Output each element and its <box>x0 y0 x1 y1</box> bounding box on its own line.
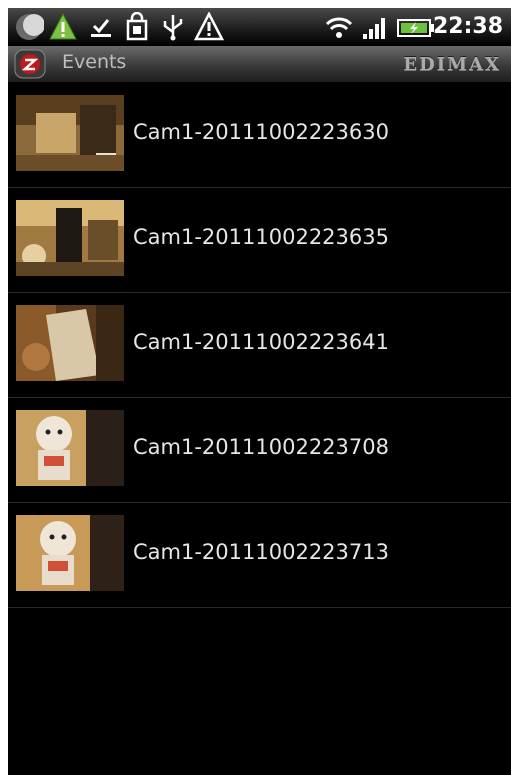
moon-icon <box>16 14 44 40</box>
event-list-item[interactable]: Cam1-20111002223713 <box>8 503 511 608</box>
warning-triangle-icon <box>49 12 77 40</box>
brand-logo: EDIMAX <box>403 54 501 75</box>
edimax-app-icon[interactable] <box>14 49 46 79</box>
wifi-icon <box>325 17 353 38</box>
event-list-item[interactable]: Cam1-20111002223635 <box>8 188 511 293</box>
camera-snapshot-1 <box>16 95 124 171</box>
event-list: Cam1-20111002223630 Cam1-20111002223635 <box>8 83 511 608</box>
event-list-item[interactable]: Cam1-20111002223630 <box>8 83 511 188</box>
phone-screen: 22:38 Events EDIMAX Cam1-20111002223630 … <box>8 8 511 775</box>
event-list-item[interactable]: Cam1-20111002223641 <box>8 293 511 398</box>
event-label: Cam1-20111002223635 <box>133 225 389 249</box>
event-label: Cam1-20111002223630 <box>133 120 389 144</box>
page-title: Events <box>62 51 127 73</box>
camera-snapshot-3 <box>16 305 124 381</box>
camera-snapshot-5 <box>16 515 124 591</box>
event-label: Cam1-20111002223708 <box>133 435 389 459</box>
event-label: Cam1-20111002223713 <box>133 540 389 564</box>
download-complete-icon <box>91 19 111 37</box>
status-bar: 22:38 <box>8 8 511 46</box>
debug-alert-icon <box>194 12 224 41</box>
title-bar: Events EDIMAX <box>8 46 511 83</box>
camera-snapshot-4 <box>16 410 124 486</box>
signal-bars-icon <box>363 18 385 39</box>
event-list-item[interactable]: Cam1-20111002223708 <box>8 398 511 503</box>
usb-icon <box>163 15 183 41</box>
event-label: Cam1-20111002223641 <box>133 330 389 354</box>
shopping-bag-icon <box>126 12 148 41</box>
status-clock: 22:38 <box>432 14 503 39</box>
battery-charging-icon <box>397 19 434 37</box>
camera-snapshot-2 <box>16 200 124 276</box>
